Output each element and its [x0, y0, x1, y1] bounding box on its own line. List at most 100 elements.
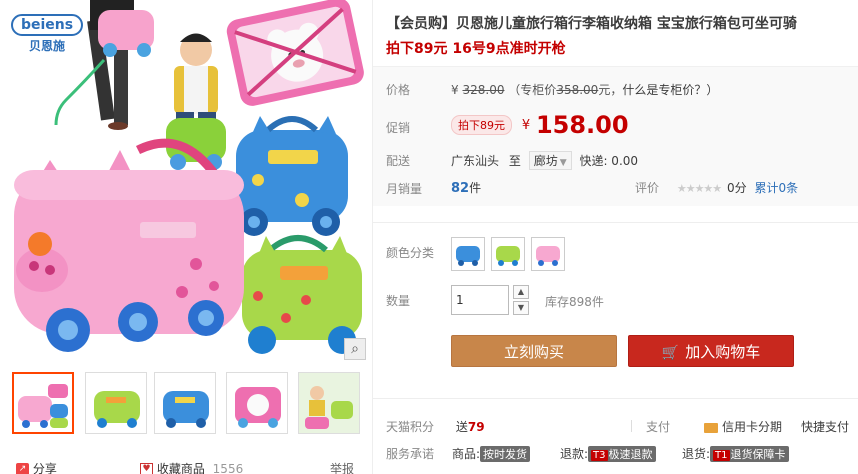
product-gallery: beiens 贝恩施 ⌕ ↗ 分享 ♥ 收藏商品 1556 举报 — [0, 0, 372, 474]
credit-card-icon — [704, 422, 718, 433]
add-to-cart-button[interactable]: 🛒 加入购物车 — [628, 335, 794, 367]
service-tag: 按时发货 — [480, 446, 531, 462]
original-price-row: ¥ 328.00 （专柜价358.00元，什么是专柜价？） — [451, 81, 718, 98]
points-value-wrap: 送79 — [456, 420, 485, 434]
currency-symbol: ¥ — [451, 83, 459, 97]
thumbnail-image — [235, 387, 281, 428]
service-ontime-delivery[interactable]: 商品: 按时发货 — [452, 445, 531, 462]
promotion-price: 158.00 — [535, 111, 629, 139]
service-prefix: 退款: — [560, 447, 589, 461]
service-tag: T1 退货保障卡 — [710, 446, 789, 462]
currency-symbol: ¥ — [521, 117, 531, 133]
review-count-link[interactable]: 累计0条 — [754, 181, 798, 195]
thumbnail-blue[interactable] — [154, 372, 216, 434]
divider — [631, 420, 632, 432]
magnifier-icon[interactable]: ⌕ — [344, 338, 366, 360]
counter-price-help-link[interactable]: 什么是专柜价？） — [622, 83, 718, 97]
quantity-input[interactable] — [451, 285, 509, 315]
quantity-decrement-button[interactable]: ▼ — [513, 301, 529, 315]
color-option-pink[interactable] — [531, 237, 565, 271]
service-label: 服务承诺 — [386, 447, 435, 461]
points-value: 79 — [467, 420, 485, 434]
favorite-count: 1556 — [212, 462, 244, 474]
buy-now-button[interactable]: 立刻购买 — [451, 335, 617, 367]
promotion-row: 拍下89元 ¥ 158.00 — [451, 111, 629, 139]
product-info: 【会员购】贝恩施儿童旅行箱行李箱收纳箱 宝宝旅行箱包可坐可骑 拍下89元 16号… — [373, 0, 858, 474]
shipping-label: 配送 — [386, 154, 411, 168]
service-code: T3 — [591, 450, 608, 461]
share-button[interactable]: ↗ 分享 — [16, 460, 57, 474]
color-label: 颜色分类 — [386, 246, 435, 260]
product-title: 【会员购】贝恩施儿童旅行箱行李箱收纳箱 宝宝旅行箱包可坐可骑 — [386, 16, 797, 32]
thumbnail-image — [163, 391, 209, 428]
counter-prefix: （专柜价 — [508, 83, 557, 97]
service-tag-text: 极速退款 — [608, 448, 653, 461]
color-option-green[interactable] — [491, 237, 525, 271]
thumbnail-kids[interactable] — [298, 372, 360, 434]
thumbnail-green[interactable] — [85, 372, 147, 434]
ship-to-word: 至 — [508, 154, 521, 168]
favorite-icon: ♥ — [140, 463, 153, 474]
sales-count: 82 — [451, 181, 470, 196]
sales-label: 月销量 — [386, 182, 423, 196]
rating-label: 评价 — [635, 181, 660, 195]
price-label: 价格 — [386, 83, 411, 97]
thumbnail-image — [94, 391, 140, 428]
rating-stars-icon: ★★★★★ — [676, 182, 722, 195]
service-tag: T3 极速退款 — [588, 446, 656, 462]
rating-row: 评价 ★★★★★ 0分 累计0条 — [635, 179, 798, 196]
service-fast-refund[interactable]: 退款: T3 极速退款 — [560, 445, 656, 462]
brand-logo-cn: 贝恩施 — [28, 39, 65, 53]
thumbnail-pink-pig[interactable] — [12, 372, 74, 434]
service-return-guarantee[interactable]: 退货: T1 退货保障卡 — [682, 445, 789, 462]
favorite-label: 收藏商品 — [156, 462, 205, 474]
ship-from: 广东汕头 — [451, 154, 500, 168]
sales-row: 82件 — [451, 179, 481, 196]
favorite-button[interactable]: ♥ 收藏商品 1556 — [140, 460, 243, 474]
report-link[interactable]: 举报 — [330, 460, 354, 474]
service-tag-text: 退货保障卡 — [730, 448, 786, 461]
thumbnail-strip — [12, 372, 366, 436]
shipping-fee: 快递: 0.00 — [579, 154, 639, 168]
promotion-label: 促销 — [386, 121, 411, 135]
quick-pay-link[interactable]: 快捷支付 — [801, 418, 849, 435]
credit-installment-link[interactable]: 信用卡分期 — [704, 418, 782, 435]
sales-unit: 件 — [469, 181, 482, 195]
cart-icon: 🛒 — [661, 345, 680, 361]
color-option-blue[interactable] — [451, 237, 485, 271]
chevron-down-icon: ▼ — [559, 158, 567, 168]
swatch-image — [496, 246, 520, 266]
add-to-cart-label: 加入购物车 — [685, 343, 761, 361]
shipping-row: 广东汕头 至 廊坊 ▼ 快递: 0.00 — [451, 151, 638, 170]
payment-label: 支付 — [646, 420, 671, 434]
points-row: 天猫积分 送79 支付 信用卡分期 快捷支付 — [386, 418, 856, 435]
thumbnail-pink-bear[interactable] — [226, 372, 288, 434]
thumbnail-image — [299, 373, 359, 433]
quantity-increment-button[interactable]: ▲ — [513, 285, 529, 299]
promo-line: 拍下89元 16号9点准时开枪 — [386, 41, 566, 57]
brand-logo-text: beiens — [10, 14, 84, 36]
gallery-actions: ↗ 分享 ♥ 收藏商品 1556 举报 — [16, 458, 366, 474]
points-label: 天猫积分 — [386, 420, 435, 434]
section-divider — [373, 222, 858, 223]
share-icon: ↗ — [16, 463, 29, 474]
destination-select[interactable]: 廊坊 ▼ — [528, 151, 572, 170]
counter-suffix: 元， — [598, 83, 623, 97]
product-page: beiens 贝恩施 ⌕ ↗ 分享 ♥ 收藏商品 1556 举报 【会员购】贝恩… — [0, 0, 858, 474]
counter-price: 358.00 — [556, 83, 599, 97]
promotion-tag: 拍下89元 — [451, 115, 512, 135]
service-code: T1 — [713, 450, 730, 461]
thumbnail-image — [18, 384, 68, 428]
service-prefix: 退货: — [682, 447, 711, 461]
brand-logo: beiens 贝恩施 — [10, 14, 84, 54]
quantity-label: 数量 — [386, 294, 411, 308]
service-prefix: 商品: — [452, 447, 481, 461]
price-panel: 价格 ¥ 328.00 （专柜价358.00元，什么是专柜价？） 促销 拍下89… — [373, 66, 858, 206]
main-product-image[interactable] — [6, 0, 366, 360]
rating-score: 0分 — [726, 181, 747, 195]
share-label: 分享 — [32, 462, 57, 474]
stock-count: 库存898件 — [545, 295, 604, 309]
original-price: 328.00 — [462, 83, 505, 97]
service-row: 服务承诺 商品: 按时发货 退款: T3 极速退款 退货: T1 退货保障卡 — [386, 445, 856, 462]
destination-city: 廊坊 — [533, 154, 558, 168]
